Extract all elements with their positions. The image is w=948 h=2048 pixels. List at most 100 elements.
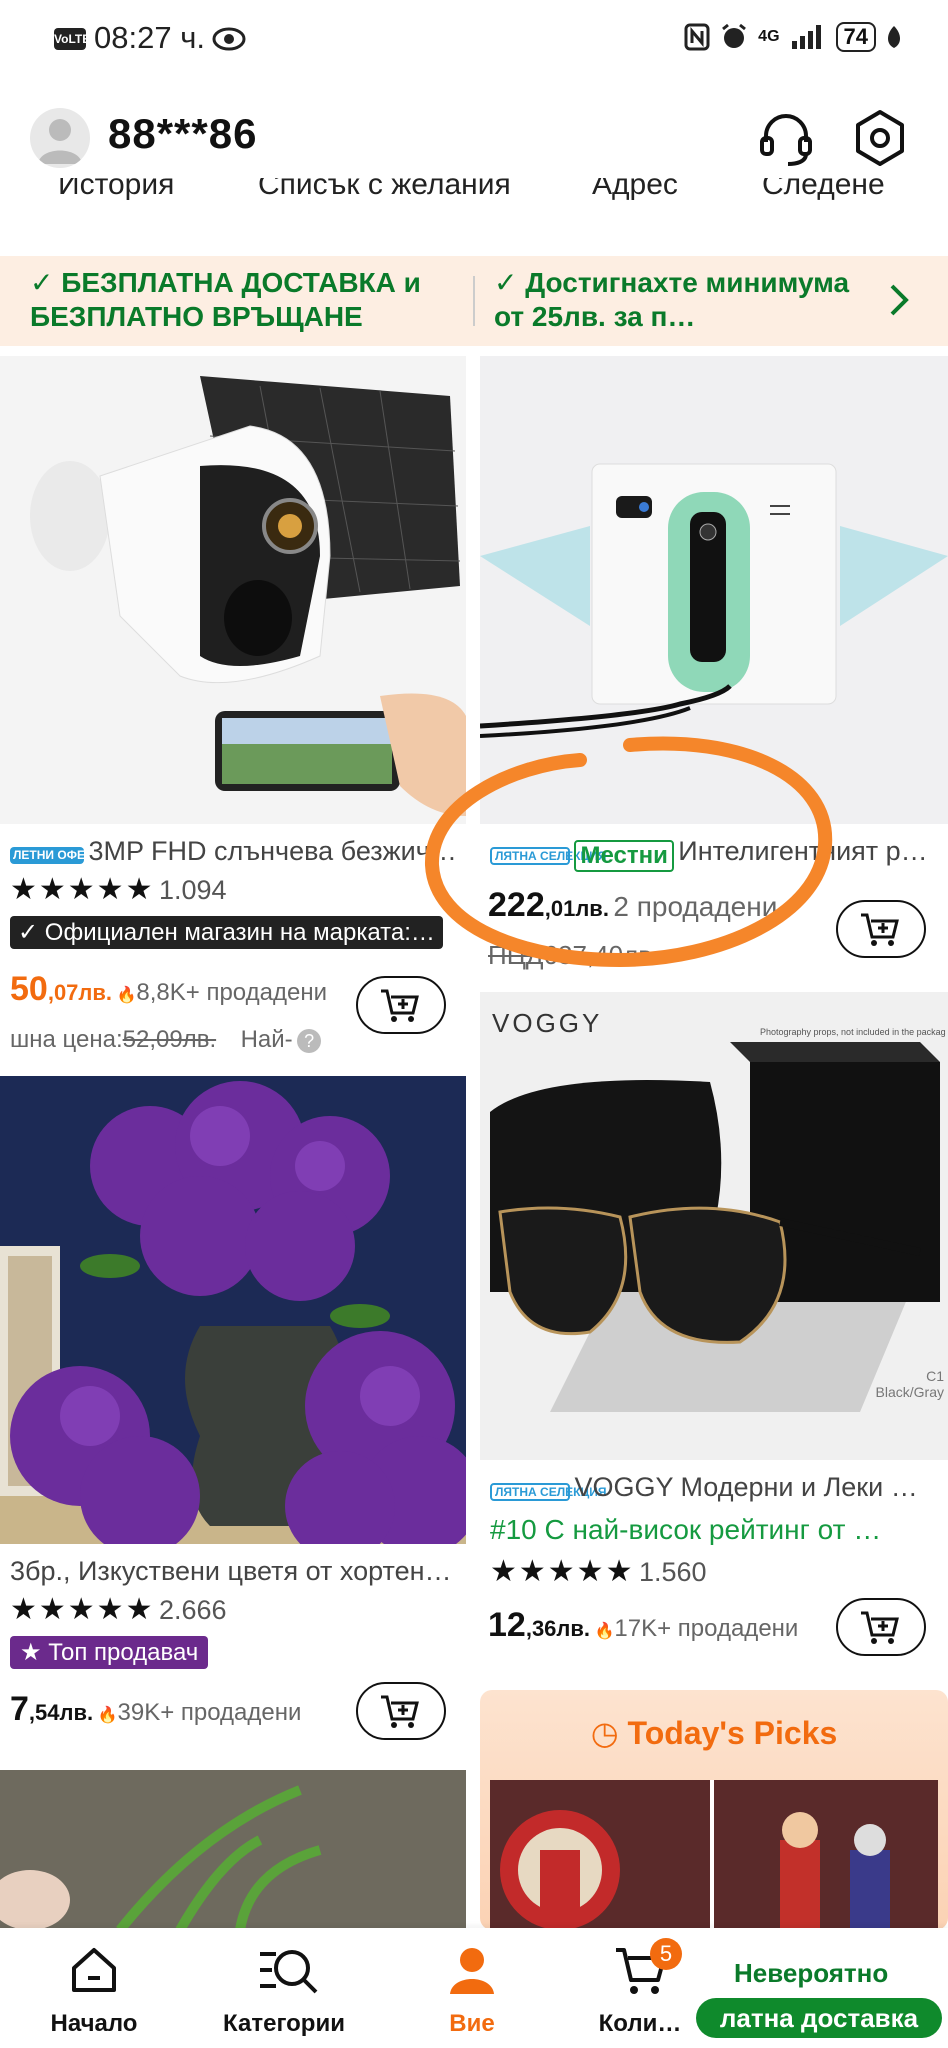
price-integer: 50	[10, 970, 48, 1008]
status-icons: 4G 74	[684, 22, 902, 52]
clock: 08:27 ч.	[94, 20, 205, 55]
product-title[interactable]: VOGGY Модерни и Леки …	[574, 1472, 917, 1502]
nav-home[interactable]: Начало	[24, 1928, 164, 2048]
promo-headline[interactable]: Невероятно	[734, 1958, 888, 1989]
product-card[interactable]: ЛЕТНИ ОФЕРТИ 3MP FHD слънчева безжич… ★★…	[0, 356, 466, 1066]
nfc-icon	[684, 23, 710, 51]
leaf-icon	[888, 26, 900, 48]
add-to-cart-button[interactable]	[356, 1682, 446, 1740]
network-label: 4G	[758, 28, 780, 45]
price-integer: 12	[488, 1606, 526, 1644]
signal-icon	[791, 25, 821, 49]
minimum-reached-text: ✓ Достигнахте минимума от 25лв. за п…	[494, 267, 850, 332]
link-address[interactable]: Адрес	[592, 178, 678, 202]
chevron-right-icon[interactable]	[888, 282, 910, 318]
product-card[interactable]: 3бр., Изкуствени цветя от хортен… ★★★★★ …	[0, 1076, 466, 1776]
user-silhouette-icon	[38, 119, 82, 164]
sold-count: 17K+ продадени	[614, 1615, 799, 1642]
price-decimal: ,07лв.	[47, 980, 113, 1005]
link-tracking[interactable]: Следене	[762, 178, 885, 202]
rating-count: 1.094	[158, 875, 227, 905]
nav-you[interactable]: Вие	[402, 1928, 542, 2048]
ranking-label[interactable]: #10 С най-висок рейтинг от …	[490, 1514, 881, 1545]
eye-icon	[212, 27, 246, 51]
product-card[interactable]: ЛЯТНА СЕЛЕКЦИЯ Местни Интелигентният р… …	[480, 356, 948, 976]
old-price: ПЦД637,40лв.	[488, 940, 660, 970]
link-wishlist[interactable]: Списък с желания	[258, 178, 511, 202]
nav-cart[interactable]: Коли…	[570, 1928, 710, 2048]
price-decimal: ,54лв.	[28, 1700, 94, 1725]
price: 222,01лв.	[488, 886, 609, 924]
sold-count: 39K+ продадени	[117, 1699, 302, 1726]
product-image-partial[interactable]	[0, 1770, 466, 1930]
old-price: 52,09лв.	[122, 1026, 217, 1053]
summer-selection-badge: ЛЯТНА СЕЛЕКЦИЯ	[490, 846, 606, 865]
nav-cart-label: Коли…	[598, 2010, 682, 2037]
old-price-label: шна цена:	[10, 1026, 123, 1053]
todays-picks-card[interactable]: ◷ Today's Picks	[480, 1690, 948, 1930]
todays-picks-label: Today's Picks	[627, 1715, 838, 1751]
cart-count-badge: 5	[650, 1938, 682, 1970]
add-to-cart-icon	[381, 1695, 419, 1728]
status-bar: VoLTE 08:27 ч. 4G 74	[0, 0, 948, 80]
product-image-window-cleaner[interactable]	[480, 356, 948, 824]
help-icon[interactable]: ?	[297, 1029, 322, 1053]
product-title[interactable]: Интелигентният р…	[678, 836, 927, 866]
add-to-cart-button[interactable]	[836, 1598, 926, 1656]
nav-categories-label: Категории	[223, 2010, 345, 2037]
price-decimal: ,01лв.	[544, 896, 609, 921]
volte-indicator: VoLTE	[54, 28, 90, 50]
price-integer: 222	[488, 886, 545, 924]
sold-count: 8,8K+ продадени	[136, 979, 327, 1006]
nav-home-label: Начало	[50, 2010, 138, 2037]
todays-picks-title: ◷ Today's Picks	[480, 1714, 948, 1752]
username[interactable]: 88***86	[108, 110, 257, 158]
summer-deals-badge: ЛЕТНИ ОФЕРТИ	[10, 847, 109, 865]
quick-links: История Списък с желания Адрес Следене	[0, 178, 948, 212]
settings-gear-icon[interactable]	[850, 108, 910, 168]
local-badge: Местни	[574, 839, 674, 872]
package-note: Photography props, not included in the p…	[760, 1027, 946, 1037]
link-history[interactable]: История	[58, 178, 174, 202]
lowest-price-note: Най-	[240, 1026, 293, 1053]
home-icon	[72, 1948, 116, 1992]
rating-stars: ★★★★★	[10, 873, 155, 906]
profile-header: 88***86	[0, 100, 948, 180]
top-seller-label: Топ продавач	[48, 1639, 199, 1666]
price-integer: 7	[10, 1690, 29, 1728]
product-image-artificial-flowers[interactable]	[0, 1076, 466, 1544]
add-to-cart-icon	[381, 989, 419, 1022]
flame-icon: 🔥	[97, 1707, 118, 1724]
product-image-solar-camera[interactable]	[0, 356, 466, 824]
bottom-navigation: Начало Категории Вие Коли… 5 Невероятно …	[0, 1928, 948, 2048]
categories-search-icon	[260, 1950, 318, 1994]
official-store-tag: ✓ Официален магазин на марката:…	[10, 916, 443, 949]
color-name: Black/Gray	[875, 1384, 944, 1400]
rating-stars: ★★★★★	[490, 1555, 635, 1588]
sold-count: 2 продадени	[613, 891, 778, 922]
price: 50,07лв.	[10, 970, 112, 1008]
product-title[interactable]: 3MP FHD слънчева безжич…	[88, 836, 456, 866]
add-to-cart-button[interactable]	[836, 900, 926, 958]
summer-selection-badge: ЛЯТНА СЕЛЕКЦИЯ	[490, 1482, 606, 1501]
nav-categories[interactable]: Категории	[214, 1928, 354, 2048]
rating-stars: ★★★★★	[10, 1593, 155, 1626]
add-to-cart-icon	[861, 913, 899, 946]
alarm-icon	[722, 23, 747, 48]
battery-indicator: 74	[835, 22, 876, 52]
promo-summer-shipping[interactable]: латна доставка	[696, 1998, 942, 2038]
todays-picks-image[interactable]	[490, 1780, 938, 1930]
avatar[interactable]	[30, 108, 90, 168]
free-shipping-text: ✓ БЕЗПЛАТНА ДОСТАВКА и БЕЗПЛАТНО ВРЪЩАНЕ	[30, 267, 421, 332]
clock-icon: ◷	[590, 1715, 619, 1751]
add-to-cart-button[interactable]	[356, 976, 446, 1034]
user-icon	[450, 1948, 494, 1994]
product-title[interactable]: 3бр., Изкуствени цветя от хортен…	[10, 1556, 452, 1586]
free-shipping-banner[interactable]: ✓ БЕЗПЛАТНА ДОСТАВКА и БЕЗПЛАТНО ВРЪЩАНЕ…	[0, 256, 948, 346]
rating-count: 1.560	[638, 1557, 707, 1587]
add-to-cart-icon	[861, 1611, 899, 1644]
divider	[473, 276, 475, 326]
product-card[interactable]: VOGGY Photography props, not included in…	[480, 992, 948, 1682]
headset-support-icon[interactable]	[756, 108, 816, 168]
rating-count: 2.666	[158, 1595, 227, 1625]
